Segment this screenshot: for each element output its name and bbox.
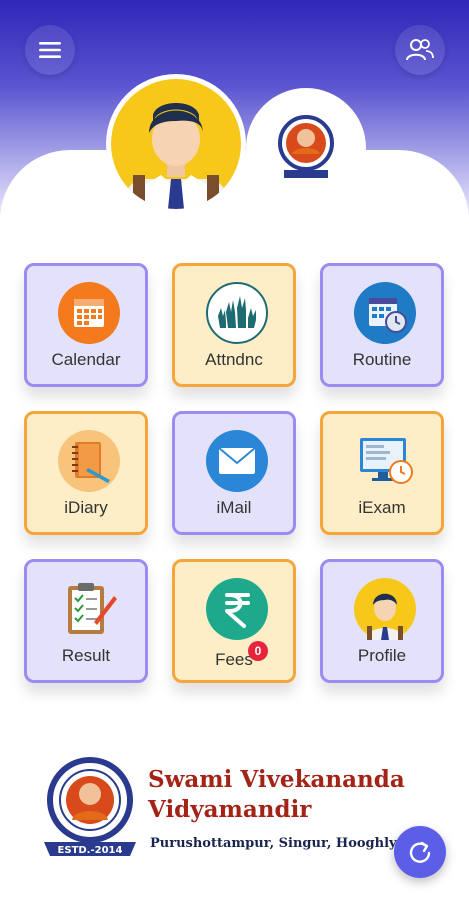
student-avatar-image: [111, 79, 241, 209]
tile-label: Result: [61, 646, 111, 665]
logo-text: ESTD.-2014: [58, 845, 123, 856]
rupee-icon: [206, 578, 268, 640]
school-address: Purushottampur, Singur, Hooghly: [150, 836, 397, 851]
tile-label: Calendar: [51, 350, 121, 369]
tile-label: Routine: [352, 350, 412, 369]
school-name-line2: Vidyamandir: [148, 796, 312, 823]
refresh-button[interactable]: [394, 826, 446, 878]
tile-label: Attndnc: [205, 350, 263, 369]
tile-calendar[interactable]: Calendar: [24, 263, 148, 387]
tile-routine[interactable]: Routine: [320, 263, 444, 387]
users-button[interactable]: [395, 25, 445, 75]
school-name: Swami Vivekananda Vidyamandir: [148, 765, 405, 825]
tile-iexam[interactable]: iExam: [320, 411, 444, 535]
school-name-line1: Swami Vivekananda: [148, 766, 405, 793]
student-avatar[interactable]: [106, 74, 246, 214]
diary-icon: [58, 430, 120, 492]
tile-imail[interactable]: iMail: [172, 411, 296, 535]
tile-label: Fees: [215, 650, 253, 669]
tile-fees[interactable]: Fees 0: [172, 559, 296, 683]
tile-attndnc[interactable]: Attndnc: [172, 263, 296, 387]
school-logo-footer: ESTD.-2014: [38, 754, 142, 862]
tile-result[interactable]: Result: [24, 559, 148, 683]
tile-profile[interactable]: Profile: [320, 559, 444, 683]
tile-label: Profile: [357, 646, 407, 665]
tile-label: iDiary: [64, 498, 108, 517]
users-icon: [406, 39, 434, 61]
menu-icon: [39, 42, 61, 58]
profile-icon: [354, 578, 416, 640]
routine-schedule-icon: [354, 282, 416, 344]
mail-icon: [206, 430, 268, 492]
tile-idiary[interactable]: iDiary: [24, 411, 148, 535]
school-logo-top: [246, 88, 366, 208]
menu-button[interactable]: [25, 25, 75, 75]
result-clipboard-icon: [58, 578, 120, 640]
attendance-hands-icon: [206, 282, 268, 344]
refresh-icon: [409, 841, 431, 863]
exam-monitor-icon: [354, 430, 416, 492]
tile-label: iMail: [216, 498, 252, 517]
calendar-icon: [58, 282, 120, 344]
fees-badge: 0: [248, 641, 268, 661]
tile-label: iExam: [358, 498, 406, 517]
